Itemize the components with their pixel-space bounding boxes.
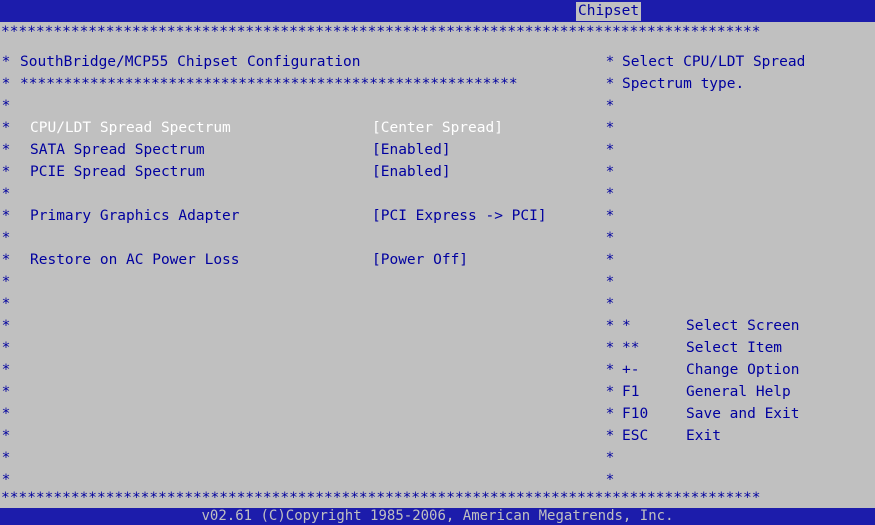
key-description: Select Screen (686, 318, 800, 334)
key-label: F10 (622, 406, 649, 422)
key-label: ** (622, 340, 640, 356)
key-description: Change Option (686, 362, 800, 378)
help-text-line1: Select CPU/LDT Spread (622, 54, 806, 70)
setting-value[interactable]: [PCI Express -> PCI] (372, 206, 547, 227)
setting-value[interactable]: [Enabled] (372, 162, 451, 183)
top-menu-bar (0, 0, 875, 22)
key-label: +- (622, 362, 640, 378)
setting-label: SATA Spread Spectrum (30, 142, 205, 158)
key-description: Save and Exit (686, 406, 800, 422)
setting-value[interactable]: [Enabled] (372, 140, 451, 161)
top-border: ****************************************… (1, 24, 761, 40)
key-label: F1 (622, 384, 640, 400)
setting-label: Restore on AC Power Loss (30, 252, 240, 268)
tab-chipset[interactable]: Chipset (576, 2, 642, 21)
panel-title: SouthBridge/MCP55 Chipset Configuration (20, 54, 361, 70)
key-label: * (622, 318, 631, 334)
bios-screen: Chipset ********************************… (0, 0, 875, 525)
help-text-line2: Spectrum type. (622, 76, 745, 92)
setting-label: PCIE Spread Spectrum (30, 164, 205, 180)
key-description: General Help (686, 384, 791, 400)
key-description: Select Item (686, 340, 783, 356)
key-label: ESC (622, 428, 649, 444)
bottom-border: ****************************************… (1, 490, 761, 506)
setting-label: Primary Graphics Adapter (30, 208, 240, 224)
key-description: Exit (686, 428, 721, 444)
title-divider: ****************************************… (20, 76, 518, 92)
copyright-text: v02.61 (C)Copyright 1985-2006, American … (201, 508, 674, 524)
setting-label: CPU/LDT Spread Spectrum (30, 120, 231, 136)
setting-value[interactable]: [Center Spread] (372, 118, 503, 139)
setting-value[interactable]: [Power Off] (372, 250, 468, 271)
